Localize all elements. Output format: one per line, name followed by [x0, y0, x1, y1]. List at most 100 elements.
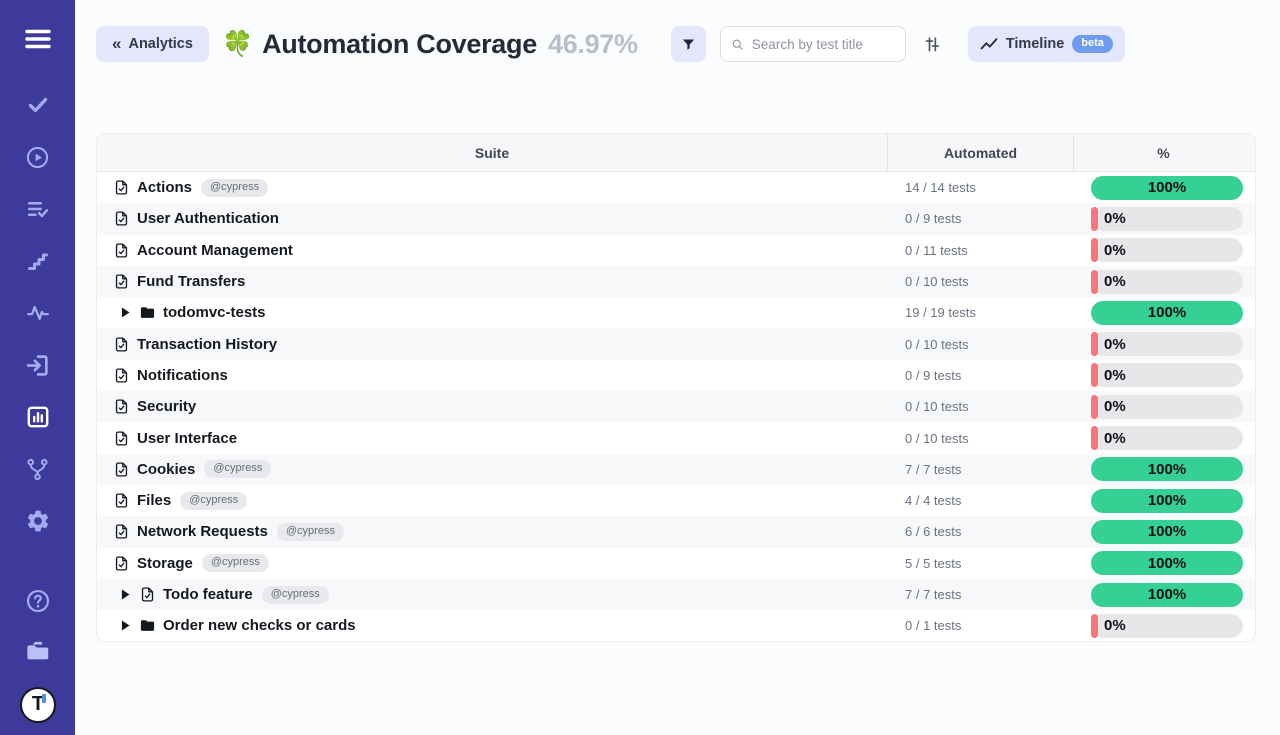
list-checks-icon[interactable]	[24, 195, 52, 223]
git-branch-icon[interactable]	[24, 455, 52, 483]
file-check-icon	[113, 523, 130, 540]
suite-name: Account Management	[137, 242, 293, 259]
automated-count: 0 / 9 tests	[887, 368, 1073, 383]
table-row[interactable]: Transaction History 0 / 10 tests 0%	[97, 328, 1255, 359]
suite-cell: Transaction History	[97, 336, 887, 353]
suite-name: Order new checks or cards	[163, 617, 356, 634]
filter-button[interactable]	[671, 26, 706, 62]
suite-tag: @cypress	[204, 460, 271, 478]
progress-bar-label: 0%	[1104, 210, 1126, 227]
table-row[interactable]: Security 0 / 10 tests 0%	[97, 391, 1255, 422]
suite-cell: Security	[97, 398, 887, 415]
table-row[interactable]: Account Management 0 / 11 tests 0%	[97, 235, 1255, 266]
file-check-icon	[113, 336, 130, 353]
suite-name: Network Requests	[137, 523, 268, 540]
progress-bar-label: 100%	[1148, 304, 1186, 321]
table-row[interactable]: todomvc-tests 19 / 19 tests 100%	[97, 297, 1255, 328]
column-header-percent: %	[1073, 134, 1253, 171]
sign-in-icon[interactable]	[24, 351, 52, 379]
bar-chart-icon[interactable]	[24, 403, 52, 431]
folders-icon[interactable]	[24, 637, 52, 665]
automated-count: 5 / 5 tests	[887, 556, 1073, 571]
gear-icon[interactable]	[24, 507, 52, 535]
suite-cell: User Interface	[97, 430, 887, 447]
table-row[interactable]: User Authentication 0 / 9 tests 0%	[97, 203, 1255, 234]
suite-cell: Fund Transfers	[97, 273, 887, 290]
main-content: « Analytics 🍀 Automation Coverage 46.97%…	[75, 0, 1280, 735]
table-row[interactable]: Notifications 0 / 9 tests 0%	[97, 360, 1255, 391]
file-check-icon	[113, 555, 130, 572]
progress-bar-fill	[1091, 238, 1098, 262]
suite-name: Security	[137, 398, 196, 415]
percent-cell: 0%	[1073, 426, 1253, 450]
back-chevrons-icon: «	[112, 35, 121, 52]
coverage-table: Suite Automated % Actions @cypress 14 / …	[96, 133, 1256, 642]
percent-cell: 0%	[1073, 238, 1253, 262]
suite-tag: @cypress	[201, 179, 268, 197]
caret-right-icon[interactable]	[121, 307, 130, 318]
automated-count: 0 / 11 tests	[887, 243, 1073, 258]
automated-count: 7 / 7 tests	[887, 462, 1073, 477]
suite-name: Files	[137, 492, 171, 509]
play-circle-icon[interactable]	[24, 143, 52, 171]
progress-bar-label: 100%	[1148, 555, 1186, 572]
suite-cell: Order new checks or cards	[97, 617, 887, 634]
table-row[interactable]: Storage @cypress 5 / 5 tests 100%	[97, 548, 1255, 579]
suite-cell: Notifications	[97, 367, 887, 384]
topbar: « Analytics 🍀 Automation Coverage 46.97%…	[96, 26, 1256, 62]
check-icon[interactable]	[24, 91, 52, 119]
caret-right-icon[interactable]	[121, 589, 130, 600]
table-row[interactable]: Files @cypress 4 / 4 tests 100%	[97, 485, 1255, 516]
table-row[interactable]: Actions @cypress 14 / 14 tests 100%	[97, 172, 1255, 203]
progress-bar: 0%	[1091, 207, 1243, 231]
progress-bar: 0%	[1091, 270, 1243, 294]
progress-bar: 100%	[1091, 583, 1243, 607]
search-input[interactable]	[752, 37, 895, 52]
help-icon[interactable]	[24, 587, 52, 615]
menu-icon[interactable]	[24, 25, 52, 53]
automated-count: 7 / 7 tests	[887, 587, 1073, 602]
steps-icon[interactable]	[24, 247, 52, 275]
table-row[interactable]: User Interface 0 / 10 tests 0%	[97, 422, 1255, 453]
table-row[interactable]: Order new checks or cards 0 / 1 tests 0%	[97, 610, 1255, 641]
progress-bar: 0%	[1091, 426, 1243, 450]
logo[interactable]: T	[20, 687, 56, 723]
progress-bar: 0%	[1091, 332, 1243, 356]
timeline-label: Timeline	[1006, 36, 1065, 52]
percent-cell: 0%	[1073, 207, 1253, 231]
table-body: Actions @cypress 14 / 14 tests 100% User…	[97, 172, 1255, 641]
table-row[interactable]: Todo feature @cypress 7 / 7 tests 100%	[97, 579, 1255, 610]
back-analytics-button[interactable]: « Analytics	[96, 26, 209, 62]
table-row[interactable]: Fund Transfers 0 / 10 tests 0%	[97, 266, 1255, 297]
percent-cell: 100%	[1073, 457, 1253, 481]
file-check-icon	[113, 367, 130, 384]
suite-name: todomvc-tests	[163, 304, 266, 321]
suite-tag: @cypress	[202, 554, 269, 572]
progress-bar: 100%	[1091, 176, 1243, 200]
progress-bar-label: 100%	[1148, 461, 1186, 478]
automated-count: 0 / 10 tests	[887, 399, 1073, 414]
table-row[interactable]: Cookies @cypress 7 / 7 tests 100%	[97, 454, 1255, 485]
suite-cell: Files @cypress	[97, 492, 887, 510]
file-check-icon	[139, 586, 156, 603]
suite-name: Actions	[137, 179, 192, 196]
folder-icon	[139, 617, 156, 634]
timeline-button[interactable]: Timeline beta	[968, 26, 1125, 62]
automated-count: 0 / 10 tests	[887, 337, 1073, 352]
sliders-icon	[922, 34, 942, 54]
automated-count: 0 / 10 tests	[887, 431, 1073, 446]
file-check-icon	[113, 461, 130, 478]
sidebar: T	[0, 0, 75, 735]
progress-bar-label: 0%	[1104, 367, 1126, 384]
progress-bar-fill	[1091, 426, 1098, 450]
activity-icon[interactable]	[24, 299, 52, 327]
suite-tag: @cypress	[180, 492, 247, 510]
suite-cell: User Authentication	[97, 210, 887, 227]
sliders-button[interactable]	[922, 34, 942, 54]
suite-name: Todo feature	[163, 586, 253, 603]
suite-cell: Network Requests @cypress	[97, 523, 887, 541]
coverage-percent: 46.97%	[548, 29, 638, 60]
suite-cell: Actions @cypress	[97, 179, 887, 197]
caret-right-icon[interactable]	[121, 620, 130, 631]
table-row[interactable]: Network Requests @cypress 6 / 6 tests 10…	[97, 516, 1255, 547]
